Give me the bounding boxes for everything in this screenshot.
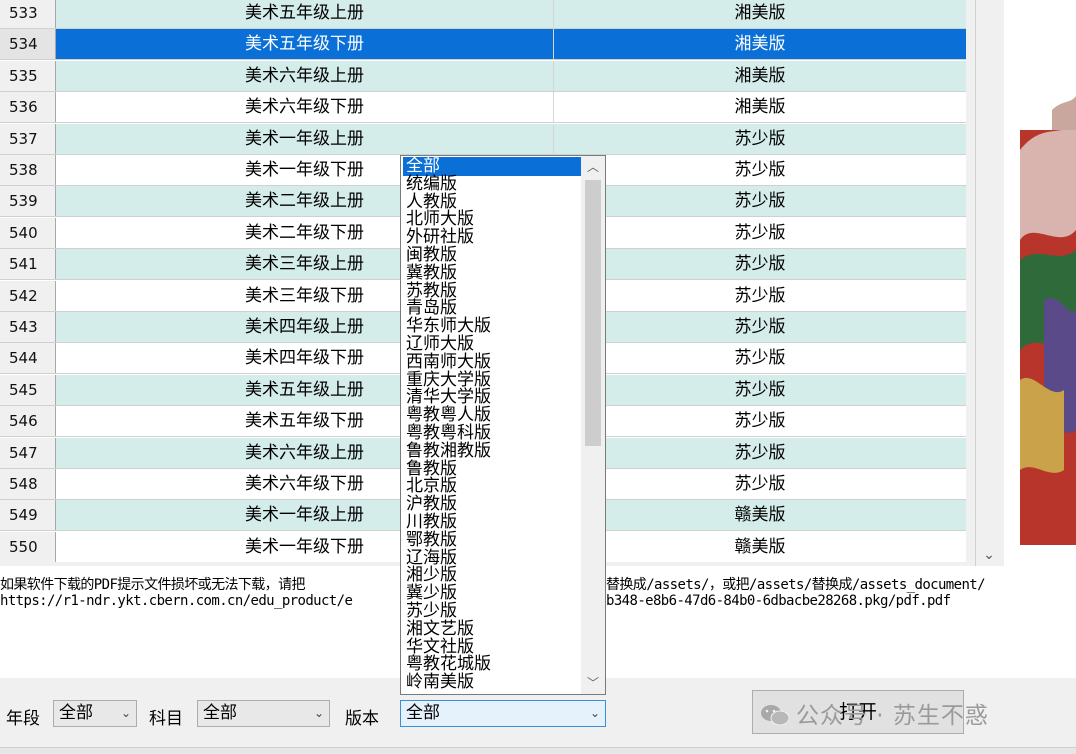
edition-cell: 湘美版 [554,92,966,123]
subject-select[interactable]: 全部 ⌄ [197,700,330,727]
scrollbar-thumb[interactable] [585,180,601,446]
row-number: 535 [0,60,56,91]
edition-cell: 赣美版 [554,500,966,531]
row-number: 544 [0,343,56,374]
table-row[interactable]: 534 美术五年级下册 湘美版 [0,29,966,61]
edition-cell: 苏少版 [554,280,966,311]
row-number: 533 [0,0,56,28]
book-name-cell: 美术一年级上册 [56,123,554,154]
chevron-up-icon[interactable]: ︿ [581,158,605,176]
edition-cell: 苏少版 [554,217,966,248]
cover-preview-image [1004,0,1076,566]
subject-select-value: 全部 [203,703,237,723]
edition-cell: 苏少版 [554,312,966,342]
edition-cell: 湘美版 [554,0,966,28]
row-number: 543 [0,312,56,342]
row-number: 538 [0,155,56,185]
table-row[interactable]: 536 美术六年级下册 湘美版 [0,92,966,124]
log-line-2-right: b348-e8b6-47d6-84b0-6dbacbe28268.pkg/pdf… [606,593,951,609]
table-row[interactable]: 537 美术一年级上册 苏少版 [0,123,966,155]
row-number: 534 [0,29,56,60]
grade-select-value: 全部 [59,703,93,723]
edition-cell: 苏少版 [554,437,966,468]
edition-cell: 湘美版 [554,60,966,91]
edition-cell: 苏少版 [554,249,966,280]
edition-label: 版本 [345,709,379,729]
row-number: 545 [0,374,56,405]
grade-select[interactable]: 全部 ⌄ [53,700,137,727]
row-number: 540 [0,217,56,248]
log-line-1-left: 如果软件下载的PDF提示文件损坏或无法下载，请把 [0,577,305,593]
edition-cell: 苏少版 [554,406,966,437]
edition-cell: 赣美版 [554,531,966,562]
edition-cell: 苏少版 [554,343,966,374]
watermark: 公众号 · 苏生不惑 [760,696,989,730]
edition-cell: 苏少版 [554,123,966,154]
status-strip [0,747,1076,754]
row-number: 546 [0,406,56,437]
log-line-1-right: 替换成/assets/，或把/assets/替换成/assets_documen… [606,577,986,593]
edition-dropdown-list[interactable]: 全部 统编版 人教版 北师大版 外研社版 闽教版 冀教版 苏教版 青岛版 华东师大版 辽师大版 西南师… [400,155,606,695]
row-number: 542 [0,280,56,311]
table-row[interactable]: 533 美术五年级上册 湘美版 [0,0,966,29]
dropdown-option[interactable]: 冀教版 [403,263,584,283]
table-vertical-scrollbar[interactable]: ⌄ [975,0,1001,566]
dropdown-option[interactable]: 岭南美版 [403,673,584,692]
row-number: 536 [0,92,56,123]
row-number: 539 [0,186,56,217]
chevron-down-icon[interactable]: ﹀ [581,674,605,692]
edition-cell: 苏少版 [554,374,966,405]
dropdown-option[interactable]: 西南师大版 [403,352,584,372]
row-number: 548 [0,469,56,499]
edition-cell: 湘美版 [554,29,966,60]
dropdown-option[interactable]: 湘文艺版 [403,619,584,639]
dropdown-scrollbar[interactable]: ︿ ﹀ [581,156,605,694]
edition-cell: 苏少版 [554,469,966,499]
table-row[interactable]: 535 美术六年级上册 湘美版 [0,60,966,92]
book-name-cell: 美术六年级下册 [56,92,554,123]
log-line-2-left: https://r1-ndr.ykt.cbern.com.cn/edu_prod… [0,593,353,609]
watermark-text: 公众号 · 苏生不惑 [796,703,989,729]
book-name-cell: 美术五年级上册 [56,0,554,28]
edition-select-value: 全部 [406,703,440,723]
subject-label: 科目 [149,709,183,729]
row-number: 547 [0,437,56,468]
edition-cell: 苏少版 [554,155,966,185]
edition-select[interactable]: 全部 ⌄ [400,700,606,727]
book-name-cell: 美术五年级下册 [56,29,554,60]
scroll-down-icon[interactable]: ⌄ [976,546,1002,564]
row-number: 537 [0,123,56,154]
chevron-down-icon: ⌄ [313,706,324,720]
row-number: 541 [0,249,56,280]
book-name-cell: 美术六年级上册 [56,60,554,91]
dropdown-option[interactable]: 统编版 [403,174,584,194]
row-number: 549 [0,500,56,531]
dropdown-option[interactable]: 鄂教版 [403,530,584,550]
chevron-down-icon: ⌄ [589,706,600,720]
chevron-down-icon: ⌄ [120,706,131,720]
dropdown-option[interactable]: 鲁教湘教版 [403,441,584,461]
wechat-icon [760,704,790,726]
edition-cell: 苏少版 [554,186,966,217]
row-number: 550 [0,531,56,562]
grade-label: 年段 [6,709,40,729]
